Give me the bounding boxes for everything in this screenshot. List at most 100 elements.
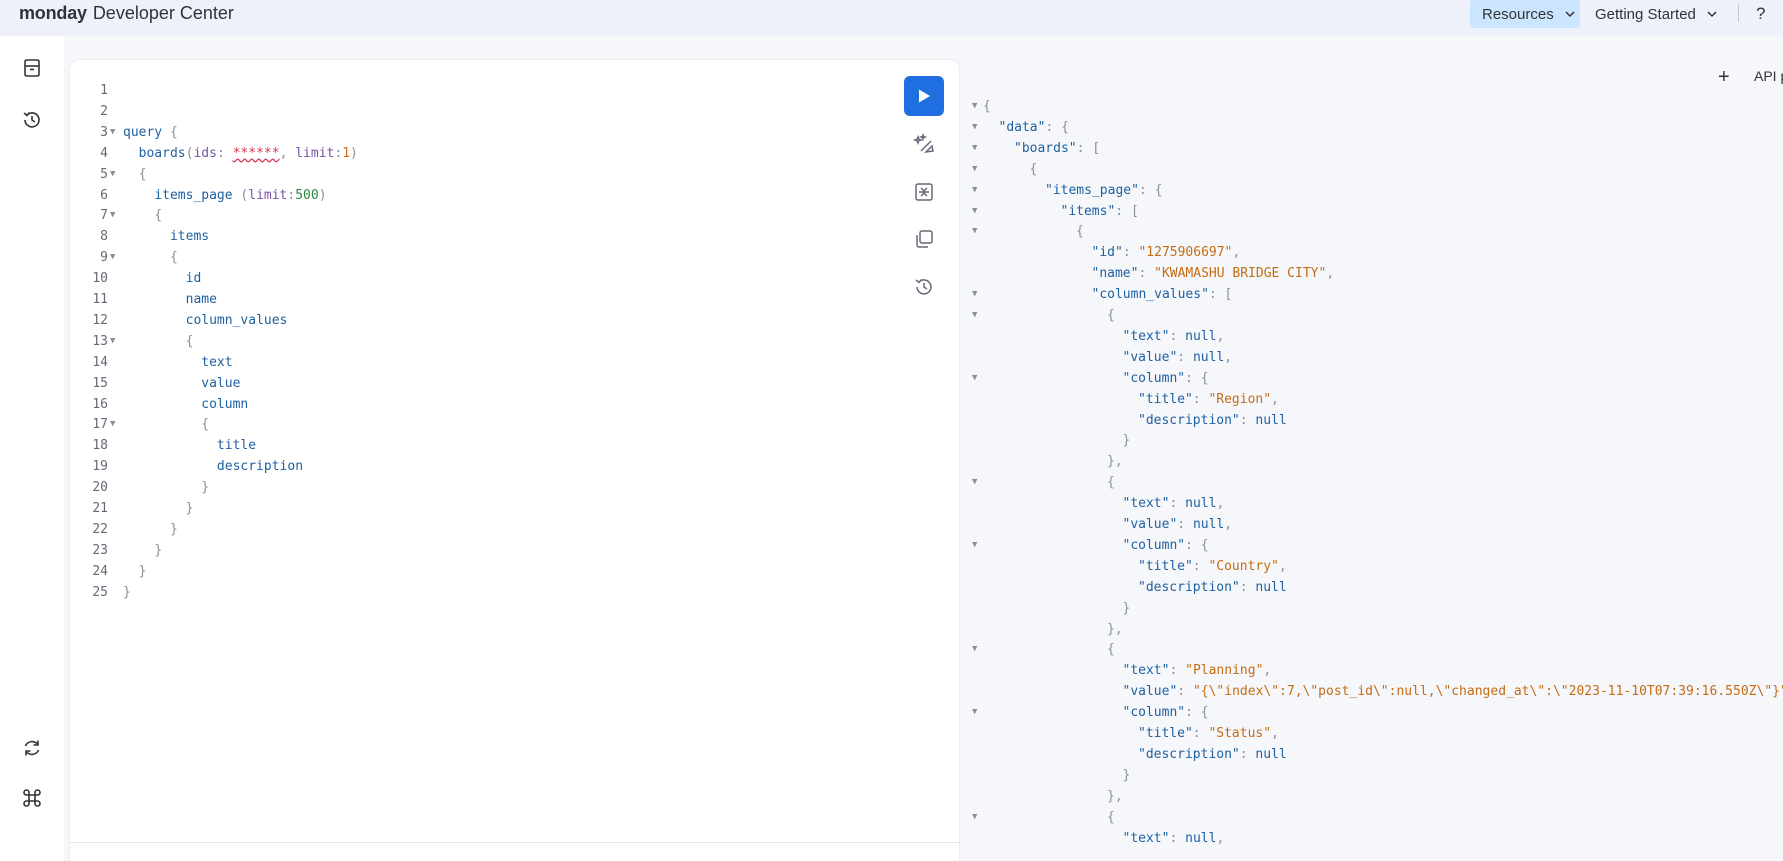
brand-logo[interactable]: monday Developer Center bbox=[19, 1, 234, 25]
code-text: } bbox=[138, 563, 147, 579]
top-bar: monday Developer Center Resources Gettin… bbox=[0, 0, 1783, 36]
fold-toggle-icon[interactable]: ▼ bbox=[972, 535, 977, 556]
code-text: id bbox=[185, 271, 202, 287]
result-viewer[interactable]: ▼ {▼ "data": {▼ "boards": [▼ {▼ "items_page":… bbox=[970, 96, 1783, 861]
result-text: "items_page": { bbox=[1045, 182, 1163, 198]
nav-resources-label: Resources bbox=[1482, 5, 1554, 23]
result-text: "column": { bbox=[1122, 370, 1209, 386]
result-text: "value": null, bbox=[1122, 517, 1233, 532]
line-number: 10 bbox=[92, 271, 108, 287]
fold-toggle-icon[interactable]: ▼ bbox=[110, 414, 115, 435]
fold-toggle-icon[interactable]: ▼ bbox=[972, 368, 977, 389]
fold-toggle-icon[interactable]: ▼ bbox=[972, 284, 977, 305]
nav-getting-started-label: Getting Started bbox=[1595, 5, 1696, 23]
result-text: "description": null bbox=[1138, 412, 1287, 428]
line-number: 4 bbox=[100, 145, 108, 161]
line-number: 2 bbox=[100, 103, 108, 119]
result-text: { bbox=[983, 99, 991, 114]
result-text: }, bbox=[1107, 621, 1123, 637]
code-text: boards(ids: ******, limit:1) bbox=[138, 145, 358, 161]
fold-toggle-icon[interactable]: ▼ bbox=[110, 164, 115, 185]
line-number: 22 bbox=[92, 521, 108, 537]
nav-getting-started-menu[interactable]: Getting Started bbox=[1583, 0, 1718, 28]
code-text: description bbox=[216, 459, 304, 475]
fold-toggle-icon[interactable]: ▼ bbox=[972, 96, 977, 117]
result-text: } bbox=[1122, 600, 1131, 616]
run-button[interactable] bbox=[904, 76, 944, 116]
line-number: 15 bbox=[92, 375, 108, 391]
result-text: "items": [ bbox=[1060, 203, 1139, 219]
history-icon[interactable] bbox=[912, 275, 936, 299]
fold-toggle-icon[interactable]: ▼ bbox=[110, 247, 115, 268]
code-text: } bbox=[154, 542, 163, 558]
code-text: } bbox=[185, 501, 194, 516]
command-icon[interactable] bbox=[20, 786, 44, 810]
copy-icon[interactable] bbox=[912, 227, 936, 251]
result-text: "text": null, bbox=[1122, 830, 1225, 846]
code-text: items bbox=[169, 229, 210, 245]
code-text: { bbox=[185, 333, 194, 349]
api-playground-tab[interactable]: API p bbox=[1754, 68, 1783, 84]
fold-toggle-icon[interactable]: ▼ bbox=[972, 472, 977, 493]
fold-toggle-icon[interactable]: ▼ bbox=[972, 180, 977, 201]
line-number: 17 bbox=[92, 417, 108, 433]
refresh-icon[interactable] bbox=[20, 736, 44, 760]
code-text: text bbox=[201, 354, 233, 370]
line-number: 9 bbox=[100, 250, 108, 266]
result-text: "title": "Region", bbox=[1138, 391, 1279, 407]
line-number: 19 bbox=[92, 459, 108, 475]
result-text: } bbox=[1122, 767, 1131, 783]
add-tab-button[interactable]: + bbox=[1718, 66, 1730, 89]
result-text: "description": null bbox=[1138, 579, 1287, 595]
code-text: column_values bbox=[185, 312, 288, 328]
query-editor[interactable]: 1 2 3 ▼ query {4 boards(ids: ******, limit:1… bbox=[70, 60, 959, 861]
code-text: query { bbox=[123, 124, 178, 140]
variables-panel-header[interactable] bbox=[70, 842, 959, 861]
code-text: column bbox=[201, 396, 249, 412]
result-text: "boards": [ bbox=[1014, 140, 1101, 156]
fold-toggle-icon[interactable]: ▼ bbox=[972, 117, 977, 138]
fold-toggle-icon[interactable]: ▼ bbox=[110, 331, 115, 352]
fold-toggle-icon[interactable]: ▼ bbox=[972, 305, 977, 326]
history-icon[interactable] bbox=[20, 108, 44, 132]
prettify-icon[interactable] bbox=[912, 132, 936, 156]
result-text: } bbox=[1122, 433, 1131, 449]
fold-toggle-icon[interactable]: ▼ bbox=[972, 639, 977, 660]
result-text: "text": "Planning", bbox=[1122, 663, 1272, 679]
archive-icon[interactable] bbox=[20, 56, 44, 80]
chevron-down-icon bbox=[1707, 11, 1717, 18]
result-text: "description": null bbox=[1138, 746, 1287, 762]
result-text: "title": "Status", bbox=[1138, 726, 1279, 741]
brand-subtitle: Developer Center bbox=[92, 2, 234, 23]
help-button[interactable]: ? bbox=[1756, 0, 1765, 28]
fold-toggle-icon[interactable]: ▼ bbox=[972, 201, 977, 222]
code-text: } bbox=[201, 480, 210, 496]
line-number: 24 bbox=[92, 563, 108, 579]
line-number: 14 bbox=[92, 354, 108, 370]
fold-toggle-icon[interactable]: ▼ bbox=[972, 159, 977, 180]
code-text: items_page (limit:500) bbox=[154, 187, 327, 203]
result-text: { bbox=[1107, 308, 1115, 323]
result-text: { bbox=[1076, 224, 1084, 240]
line-number: 1 bbox=[100, 83, 108, 98]
fold-toggle-icon[interactable]: ▼ bbox=[972, 221, 977, 242]
brand-name: monday bbox=[19, 2, 87, 23]
fold-toggle-icon[interactable]: ▼ bbox=[972, 807, 977, 828]
nav-resources-menu[interactable]: Resources bbox=[1470, 0, 1580, 28]
fold-toggle-icon[interactable]: ▼ bbox=[972, 702, 977, 723]
fold-toggle-icon[interactable]: ▼ bbox=[972, 138, 977, 159]
result-text: "text": null, bbox=[1122, 328, 1225, 344]
fold-toggle-icon[interactable]: ▼ bbox=[110, 122, 115, 143]
merge-fragments-icon[interactable] bbox=[912, 180, 936, 204]
result-text: }, bbox=[1107, 454, 1123, 470]
line-number: 11 bbox=[92, 292, 108, 307]
line-number: 6 bbox=[100, 187, 108, 203]
line-number: 12 bbox=[92, 312, 108, 328]
result-text: "name": "KWAMASHU BRIDGE CITY", bbox=[1091, 266, 1335, 282]
code-text: { bbox=[169, 250, 178, 266]
code-text: { bbox=[138, 166, 147, 182]
result-text: "column": { bbox=[1122, 537, 1209, 553]
line-number: 21 bbox=[92, 501, 108, 516]
fold-toggle-icon[interactable]: ▼ bbox=[110, 205, 115, 226]
result-text: "column_values": [ bbox=[1091, 287, 1233, 303]
